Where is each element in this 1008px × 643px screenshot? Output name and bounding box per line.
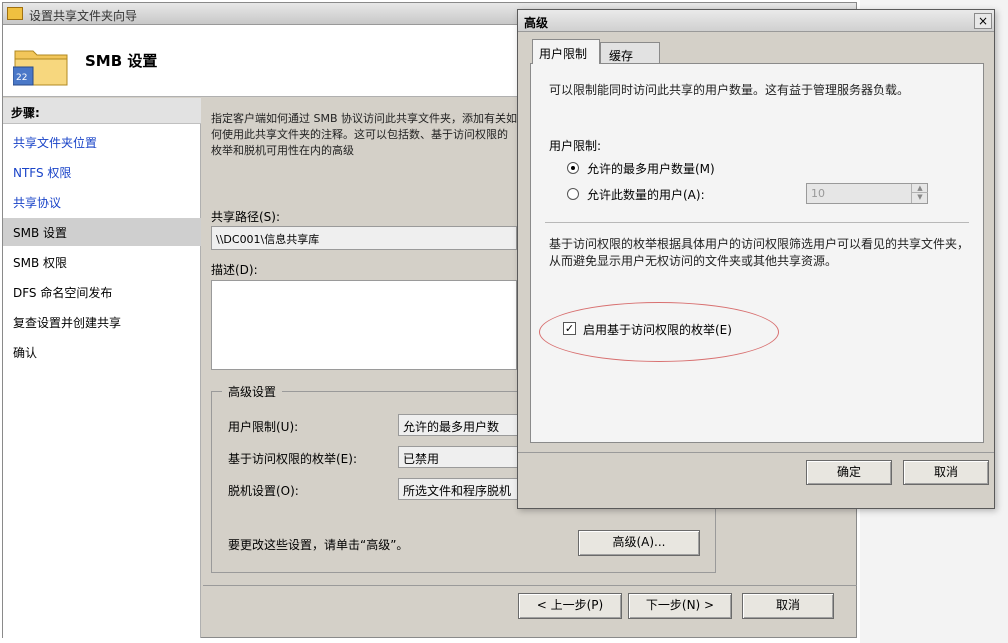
advanced-settings-title: 高级设置 [222,383,283,400]
offline-value: 所选文件和程序脱机 [398,478,520,500]
step-share-protocol[interactable]: 共享协议 [3,188,201,216]
advanced-dialog: 高级 × 用户限制 缓存 可以限制能同时访问此共享的用户数量。这有益于管理服务器… [517,9,995,509]
page-title: SMB 设置 [85,52,158,70]
step-dfs-publishing: DFS 命名空间发布 [13,286,113,300]
svg-text:22: 22 [16,73,27,83]
intro-text: 指定客户端如何通过 SMB 协议访问此共享文件夹，添加有关如何使用此共享文件夹的… [211,112,518,157]
ok-button[interactable]: 确定 [806,460,892,485]
offline-label: 脱机设置(O): [228,484,299,498]
advanced-button[interactable]: 高级(A)... [578,530,700,556]
share-path-field[interactable]: \\DC001\信息共享库 [211,226,517,250]
dialog-cancel-button[interactable]: 取消 [903,460,989,485]
step-ntfs-permissions[interactable]: NTFS 权限 [3,158,201,186]
separator [545,222,969,223]
spin-up-icon[interactable]: ▲ [912,184,928,193]
tab-cache[interactable]: 缓存 [600,42,660,64]
cancel-button[interactable]: 取消 [742,593,834,619]
radio-max-users-label[interactable]: 允许的最多用户数量(M) [587,160,715,177]
step-smb-settings: SMB 设置 [3,218,201,246]
radio-number-users[interactable] [567,188,579,200]
user-count-spinner[interactable]: ▲ ▼ [911,184,928,203]
user-limit-label: 用户限制(U): [228,420,299,434]
abe-checkbox-label[interactable]: 启用基于访问权限的枚举(E) [583,321,732,338]
step-review-create: 复查设置并创建共享 [13,316,122,330]
wizard-title: 设置共享文件夹向导 [29,9,138,23]
dialog-title: 高级 [524,16,549,30]
step-smb-permissions: SMB 权限 [13,256,68,270]
description-textarea[interactable] [211,280,517,370]
close-icon[interactable]: × [974,13,992,29]
user-count-input[interactable]: 10 ▲ ▼ [806,183,928,204]
tab-panel: 可以限制能同时访问此共享的用户数量。这有益于管理服务器负载。 用户限制: 允许的… [530,63,984,443]
abe-value: 已禁用 [398,446,520,468]
steps-panel: 步骤: 共享文件夹位置 NTFS 权限 共享协议 SMB 设置 SMB 权限 D… [3,98,201,638]
folder-icon [7,7,23,20]
dialog-divider [518,452,994,453]
description-label: 描述(D): [211,263,258,277]
share-path-label: 共享路径(S): [211,210,281,224]
step-confirm: 确认 [13,346,38,360]
user-limit-description: 可以限制能同时访问此共享的用户数量。这有益于管理服务器负载。 [549,83,910,97]
share-folder-icon: 22 [13,50,68,86]
tab-user-limit[interactable]: 用户限制 [532,39,600,64]
step-share-location[interactable]: 共享文件夹位置 [3,128,201,156]
user-limit-value: 允许的最多用户数 [398,414,520,436]
user-count-value: 10 [811,187,825,200]
back-button[interactable]: < 上一步(P) [518,593,622,619]
steps-heading: 步骤: [3,98,201,124]
abe-checkbox[interactable]: ✓ [563,322,576,335]
spin-down-icon[interactable]: ▼ [912,193,928,202]
radio-number-users-label[interactable]: 允许此数量的用户(A): [587,186,705,203]
abe-description: 基于访问权限的枚举根据具体用户的访问权限筛选用户可以看见的共享文件夹，从而避免显… [549,237,970,268]
footer-divider [203,585,857,586]
next-button[interactable]: 下一步(N) > [628,593,732,619]
advanced-note: 要更改这些设置，请单击“高级”。 [228,538,409,552]
radio-max-users[interactable] [567,162,579,174]
user-limit-heading: 用户限制: [549,139,602,153]
dialog-titlebar[interactable]: 高级 × [518,10,994,32]
abe-label: 基于访问权限的枚举(E): [228,452,357,466]
